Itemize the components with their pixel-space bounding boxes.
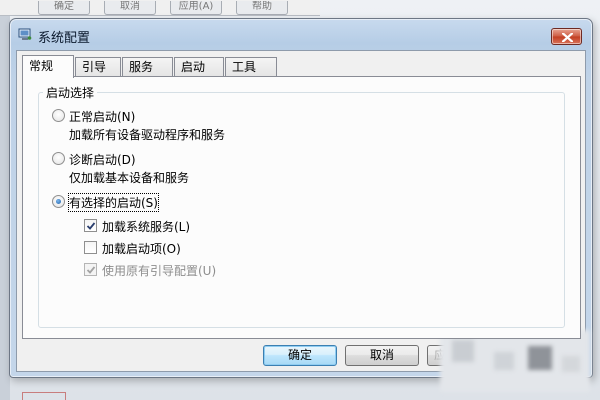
selective-startup-label[interactable]: 有选择的启动(S) bbox=[68, 193, 159, 212]
pixelated-block bbox=[494, 352, 514, 370]
background-apply-button[interactable]: 应用(A) bbox=[170, 1, 222, 15]
general-tab-panel: 启动选择 正常启动(N) 加载所有设备驱动程序和服务 诊断启动(D) 仅加载基本… bbox=[22, 76, 581, 339]
checkmark-icon bbox=[86, 266, 96, 274]
normal-startup-label[interactable]: 正常启动(N) bbox=[69, 108, 135, 125]
background-cancel-button[interactable]: 取消 bbox=[104, 1, 156, 15]
normal-startup-description: 加载所有设备驱动程序和服务 bbox=[69, 128, 226, 142]
background-highlight-box bbox=[22, 392, 66, 400]
load-system-services-checkbox[interactable] bbox=[84, 219, 97, 232]
background-help-button[interactable]: 帮助 bbox=[236, 1, 288, 15]
tab-general[interactable]: 常规 bbox=[22, 55, 74, 78]
load-startup-items-label[interactable]: 加载启动项(O) bbox=[102, 240, 181, 257]
cancel-button[interactable]: 取消 bbox=[345, 345, 419, 366]
diagnostic-startup-label[interactable]: 诊断启动(D) bbox=[69, 151, 136, 168]
close-button[interactable] bbox=[551, 28, 582, 45]
pixelated-block bbox=[452, 340, 474, 362]
dialog-client-area: 常规 引导 服务 启动 工具 启动选择 正常启动(N) 加载所有设备驱动程序和服… bbox=[16, 50, 586, 372]
background-ok-button[interactable]: 确定 bbox=[38, 1, 90, 15]
system-config-dialog: 系统配置 常规 引导 服务 启动 工具 启动选择 正常启动(N) 加载所有设备驱… bbox=[9, 18, 593, 378]
pixelated-block bbox=[528, 346, 552, 370]
tab-tools[interactable]: 工具 bbox=[225, 57, 277, 77]
tab-services[interactable]: 服务 bbox=[122, 57, 173, 77]
use-original-boot-config-checkbox bbox=[84, 263, 97, 276]
system-config-icon bbox=[18, 28, 32, 41]
background-toolbar: 确定 取消 应用(A) 帮助 bbox=[0, 0, 320, 16]
selective-startup-radio[interactable] bbox=[52, 195, 65, 208]
tab-boot[interactable]: 引导 bbox=[75, 57, 121, 77]
diagnostic-startup-description: 仅加载基本设备和服务 bbox=[69, 171, 190, 185]
normal-startup-radio[interactable] bbox=[52, 109, 65, 122]
checkmark-icon bbox=[86, 222, 96, 230]
use-original-boot-config-label: 使用原有引导配置(U) bbox=[102, 264, 217, 278]
title-bar[interactable]: 系统配置 bbox=[10, 19, 592, 47]
startup-selection-title: 启动选择 bbox=[43, 84, 98, 101]
close-icon bbox=[562, 33, 573, 42]
dialog-title: 系统配置 bbox=[38, 31, 91, 46]
pixelated-block bbox=[562, 356, 580, 372]
load-startup-items-checkbox[interactable] bbox=[84, 241, 97, 254]
diagnostic-startup-radio[interactable] bbox=[52, 152, 65, 165]
load-system-services-label[interactable]: 加载系统服务(L) bbox=[102, 218, 190, 235]
tab-startup[interactable]: 启动 bbox=[174, 57, 224, 77]
ok-button[interactable]: 确定 bbox=[263, 345, 337, 366]
